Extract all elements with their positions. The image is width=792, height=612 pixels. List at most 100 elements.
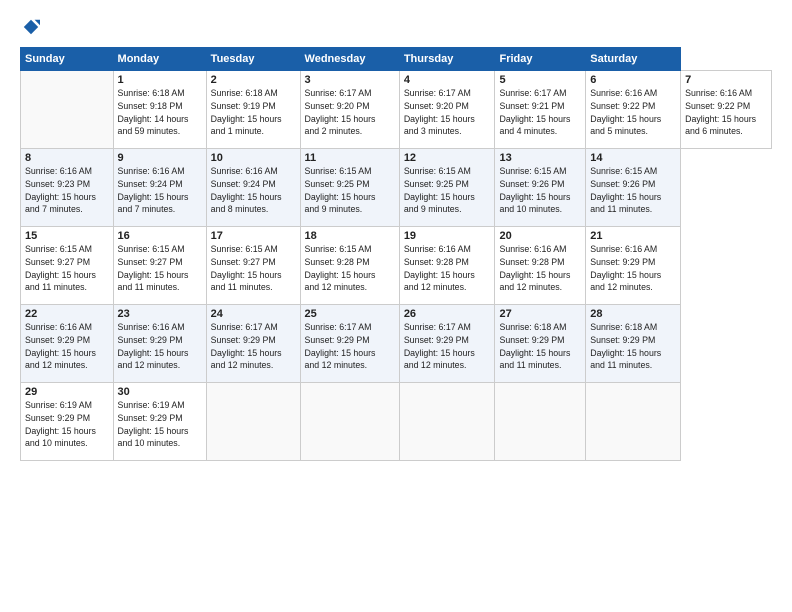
calendar-cell: 30 Sunrise: 6:19 AMSunset: 9:29 PMDaylig… — [113, 383, 206, 461]
day-info: Sunrise: 6:16 AMSunset: 9:29 PMDaylight:… — [590, 244, 661, 292]
calendar-cell: 13 Sunrise: 6:15 AMSunset: 9:26 PMDaylig… — [495, 149, 586, 227]
header — [20, 18, 772, 41]
day-number: 11 — [305, 152, 395, 164]
day-number: 8 — [25, 152, 109, 164]
day-info: Sunrise: 6:16 AMSunset: 9:22 PMDaylight:… — [685, 88, 756, 136]
calendar-cell: 27 Sunrise: 6:18 AMSunset: 9:29 PMDaylig… — [495, 305, 586, 383]
day-number: 5 — [499, 74, 581, 86]
calendar-cell: 20 Sunrise: 6:16 AMSunset: 9:28 PMDaylig… — [495, 227, 586, 305]
calendar-cell: 10 Sunrise: 6:16 AMSunset: 9:24 PMDaylig… — [206, 149, 300, 227]
day-info: Sunrise: 6:15 AMSunset: 9:25 PMDaylight:… — [305, 166, 376, 214]
day-info: Sunrise: 6:17 AMSunset: 9:29 PMDaylight:… — [305, 322, 376, 370]
col-header-sunday: Sunday — [21, 48, 114, 71]
day-info: Sunrise: 6:18 AMSunset: 9:19 PMDaylight:… — [211, 88, 282, 136]
calendar-cell: 3 Sunrise: 6:17 AMSunset: 9:20 PMDayligh… — [300, 71, 399, 149]
logo-icon — [22, 18, 40, 36]
day-info: Sunrise: 6:16 AMSunset: 9:24 PMDaylight:… — [211, 166, 282, 214]
calendar-cell: 5 Sunrise: 6:17 AMSunset: 9:21 PMDayligh… — [495, 71, 586, 149]
calendar-week-row: 8 Sunrise: 6:16 AMSunset: 9:23 PMDayligh… — [21, 149, 772, 227]
col-header-tuesday: Tuesday — [206, 48, 300, 71]
day-number: 2 — [211, 74, 296, 86]
day-number: 22 — [25, 308, 109, 320]
calendar-cell: 22 Sunrise: 6:16 AMSunset: 9:29 PMDaylig… — [21, 305, 114, 383]
day-number: 12 — [404, 152, 491, 164]
day-number: 28 — [590, 308, 676, 320]
calendar-cell: 11 Sunrise: 6:15 AMSunset: 9:25 PMDaylig… — [300, 149, 399, 227]
day-number: 4 — [404, 74, 491, 86]
day-number: 27 — [499, 308, 581, 320]
day-info: Sunrise: 6:18 AMSunset: 9:18 PMDaylight:… — [118, 88, 189, 136]
calendar-table: SundayMondayTuesdayWednesdayThursdayFrid… — [20, 47, 772, 461]
calendar-cell: 16 Sunrise: 6:15 AMSunset: 9:27 PMDaylig… — [113, 227, 206, 305]
calendar-cell — [495, 383, 586, 461]
day-info: Sunrise: 6:17 AMSunset: 9:20 PMDaylight:… — [404, 88, 475, 136]
calendar-cell — [399, 383, 495, 461]
calendar-cell: 28 Sunrise: 6:18 AMSunset: 9:29 PMDaylig… — [586, 305, 681, 383]
day-number: 16 — [118, 230, 202, 242]
day-info: Sunrise: 6:17 AMSunset: 9:29 PMDaylight:… — [211, 322, 282, 370]
calendar-cell: 18 Sunrise: 6:15 AMSunset: 9:28 PMDaylig… — [300, 227, 399, 305]
calendar-cell: 15 Sunrise: 6:15 AMSunset: 9:27 PMDaylig… — [21, 227, 114, 305]
day-info: Sunrise: 6:17 AMSunset: 9:29 PMDaylight:… — [404, 322, 475, 370]
calendar-cell: 4 Sunrise: 6:17 AMSunset: 9:20 PMDayligh… — [399, 71, 495, 149]
calendar-header-row: SundayMondayTuesdayWednesdayThursdayFrid… — [21, 48, 772, 71]
day-info: Sunrise: 6:16 AMSunset: 9:28 PMDaylight:… — [404, 244, 475, 292]
logo — [20, 18, 40, 41]
day-number: 1 — [118, 74, 202, 86]
col-header-wednesday: Wednesday — [300, 48, 399, 71]
col-header-saturday: Saturday — [586, 48, 681, 71]
day-info: Sunrise: 6:17 AMSunset: 9:20 PMDaylight:… — [305, 88, 376, 136]
day-info: Sunrise: 6:16 AMSunset: 9:24 PMDaylight:… — [118, 166, 189, 214]
day-number: 25 — [305, 308, 395, 320]
calendar-week-row: 22 Sunrise: 6:16 AMSunset: 9:29 PMDaylig… — [21, 305, 772, 383]
calendar-cell — [300, 383, 399, 461]
day-number: 15 — [25, 230, 109, 242]
day-info: Sunrise: 6:16 AMSunset: 9:29 PMDaylight:… — [118, 322, 189, 370]
calendar-cell — [21, 71, 114, 149]
day-number: 21 — [590, 230, 676, 242]
day-number: 10 — [211, 152, 296, 164]
day-number: 23 — [118, 308, 202, 320]
calendar-cell: 9 Sunrise: 6:16 AMSunset: 9:24 PMDayligh… — [113, 149, 206, 227]
calendar-cell: 21 Sunrise: 6:16 AMSunset: 9:29 PMDaylig… — [586, 227, 681, 305]
calendar-cell: 7 Sunrise: 6:16 AMSunset: 9:22 PMDayligh… — [681, 71, 772, 149]
day-number: 30 — [118, 386, 202, 398]
day-info: Sunrise: 6:16 AMSunset: 9:22 PMDaylight:… — [590, 88, 661, 136]
day-info: Sunrise: 6:15 AMSunset: 9:26 PMDaylight:… — [499, 166, 570, 214]
calendar-cell: 25 Sunrise: 6:17 AMSunset: 9:29 PMDaylig… — [300, 305, 399, 383]
day-info: Sunrise: 6:16 AMSunset: 9:29 PMDaylight:… — [25, 322, 96, 370]
col-header-thursday: Thursday — [399, 48, 495, 71]
day-number: 7 — [685, 74, 767, 86]
calendar-cell: 26 Sunrise: 6:17 AMSunset: 9:29 PMDaylig… — [399, 305, 495, 383]
calendar-week-row: 1 Sunrise: 6:18 AMSunset: 9:18 PMDayligh… — [21, 71, 772, 149]
calendar-week-row: 29 Sunrise: 6:19 AMSunset: 9:29 PMDaylig… — [21, 383, 772, 461]
day-number: 9 — [118, 152, 202, 164]
day-info: Sunrise: 6:16 AMSunset: 9:23 PMDaylight:… — [25, 166, 96, 214]
col-header-friday: Friday — [495, 48, 586, 71]
calendar-week-row: 15 Sunrise: 6:15 AMSunset: 9:27 PMDaylig… — [21, 227, 772, 305]
day-number: 13 — [499, 152, 581, 164]
day-number: 20 — [499, 230, 581, 242]
day-info: Sunrise: 6:15 AMSunset: 9:25 PMDaylight:… — [404, 166, 475, 214]
day-number: 29 — [25, 386, 109, 398]
day-info: Sunrise: 6:15 AMSunset: 9:27 PMDaylight:… — [118, 244, 189, 292]
calendar-cell: 1 Sunrise: 6:18 AMSunset: 9:18 PMDayligh… — [113, 71, 206, 149]
calendar-cell: 2 Sunrise: 6:18 AMSunset: 9:19 PMDayligh… — [206, 71, 300, 149]
day-info: Sunrise: 6:17 AMSunset: 9:21 PMDaylight:… — [499, 88, 570, 136]
day-info: Sunrise: 6:15 AMSunset: 9:28 PMDaylight:… — [305, 244, 376, 292]
calendar-cell: 12 Sunrise: 6:15 AMSunset: 9:25 PMDaylig… — [399, 149, 495, 227]
day-number: 17 — [211, 230, 296, 242]
day-info: Sunrise: 6:19 AMSunset: 9:29 PMDaylight:… — [25, 400, 96, 448]
day-info: Sunrise: 6:18 AMSunset: 9:29 PMDaylight:… — [590, 322, 661, 370]
day-number: 19 — [404, 230, 491, 242]
calendar-cell: 23 Sunrise: 6:16 AMSunset: 9:29 PMDaylig… — [113, 305, 206, 383]
day-number: 6 — [590, 74, 676, 86]
calendar-cell: 17 Sunrise: 6:15 AMSunset: 9:27 PMDaylig… — [206, 227, 300, 305]
day-number: 26 — [404, 308, 491, 320]
day-info: Sunrise: 6:19 AMSunset: 9:29 PMDaylight:… — [118, 400, 189, 448]
calendar-cell: 29 Sunrise: 6:19 AMSunset: 9:29 PMDaylig… — [21, 383, 114, 461]
day-info: Sunrise: 6:15 AMSunset: 9:26 PMDaylight:… — [590, 166, 661, 214]
calendar-cell — [586, 383, 681, 461]
day-info: Sunrise: 6:15 AMSunset: 9:27 PMDaylight:… — [25, 244, 96, 292]
col-header-monday: Monday — [113, 48, 206, 71]
